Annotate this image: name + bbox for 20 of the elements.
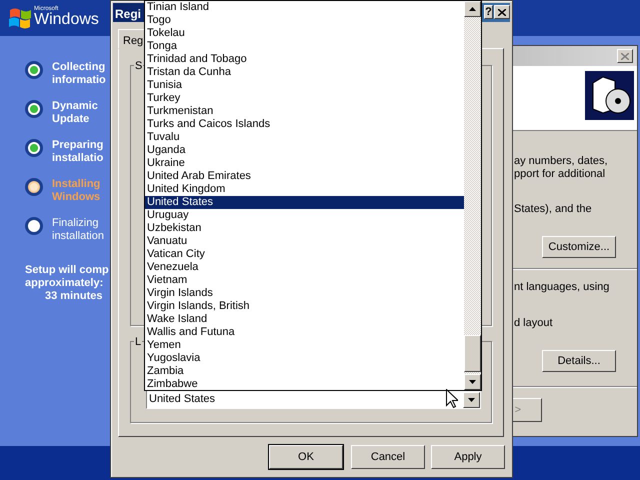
window-title: Regi — [115, 6, 142, 23]
step-label: Finalizing — [52, 217, 100, 230]
description-text: ay numbers, dates, — [514, 154, 608, 169]
description-text: d layout — [514, 316, 553, 331]
step-label: installatio — [52, 152, 104, 165]
description-text: nt languages, using — [514, 280, 610, 295]
logo-text: Windows — [34, 11, 99, 28]
estimate-text: Setup will comp — [25, 264, 110, 277]
step-label: installation — [52, 230, 104, 243]
step-label: Dynamic — [52, 100, 98, 113]
estimate-text: 33 minutes — [44, 290, 104, 303]
step-label: informatio — [52, 74, 106, 87]
step-label: Collecting — [52, 61, 106, 74]
step-label: Installing — [52, 178, 100, 191]
step-label: Windows — [52, 191, 100, 204]
description-text: States), and the — [514, 202, 592, 217]
description-text: pport for additional — [514, 167, 606, 182]
step-label: Update — [52, 113, 90, 126]
step-label: Preparing — [52, 139, 104, 152]
estimate-text: approximately: — [25, 277, 104, 290]
